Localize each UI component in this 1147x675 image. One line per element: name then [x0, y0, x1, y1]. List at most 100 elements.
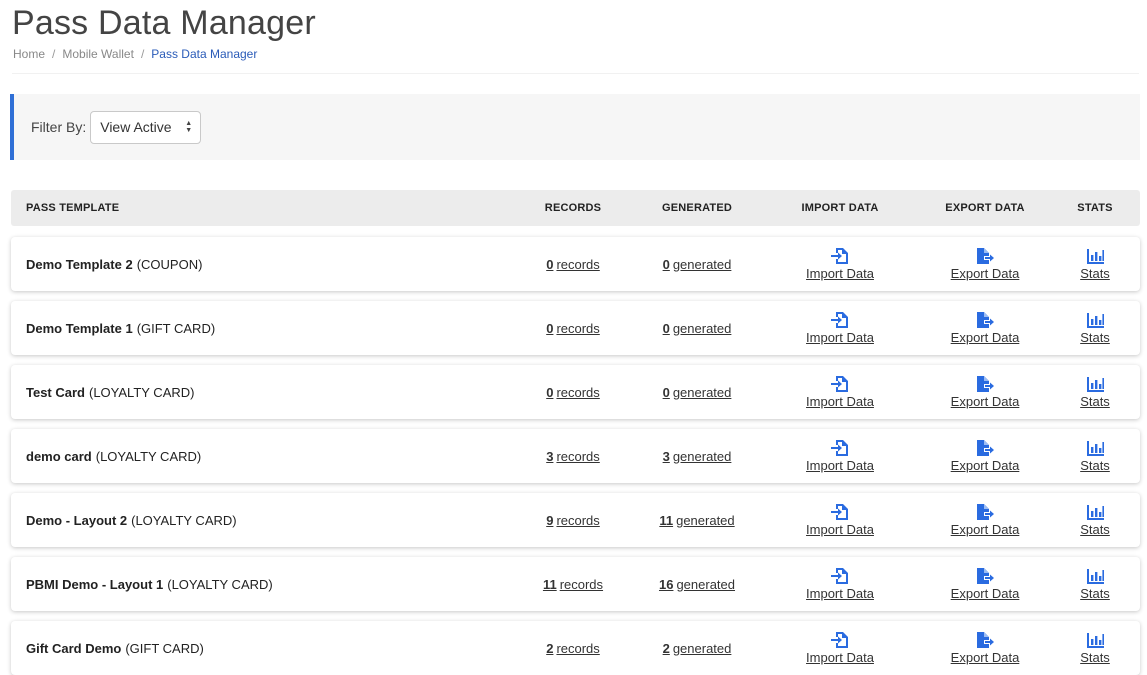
records-link[interactable]: 0 records	[546, 257, 600, 272]
export-data-label: Export Data	[950, 457, 1020, 473]
generated-link[interactable]: 0 generated	[663, 257, 732, 272]
template-name-cell: Test Card (LOYALTY CARD)	[26, 365, 194, 419]
import-data-label: Import Data	[806, 521, 874, 537]
template-name: Demo Template 1	[26, 320, 133, 336]
generated-suffix: generated	[672, 256, 732, 272]
stats-button[interactable]: Stats	[1080, 311, 1110, 346]
generated-suffix: generated	[676, 576, 736, 592]
import-data-button[interactable]: Import Data	[806, 439, 874, 474]
generated-count: 2	[662, 640, 670, 656]
records-link[interactable]: 11 records	[543, 577, 603, 592]
export-data-button[interactable]: Export Data	[950, 247, 1020, 282]
breadcrumb-home-link[interactable]: Home	[13, 47, 45, 61]
generated-link[interactable]: 0 generated	[663, 385, 732, 400]
export-data-button[interactable]: Export Data	[950, 375, 1020, 410]
bar-chart-icon	[1085, 247, 1105, 266]
generated-suffix: generated	[672, 384, 732, 400]
import-data-button[interactable]: Import Data	[806, 375, 874, 410]
stats-button[interactable]: Stats	[1080, 375, 1110, 410]
stats-button[interactable]: Stats	[1080, 247, 1110, 282]
records-link[interactable]: 0 records	[546, 385, 600, 400]
stats-label: Stats	[1080, 329, 1110, 345]
file-import-icon	[830, 247, 850, 266]
records-suffix: records	[556, 640, 600, 656]
export-data-label: Export Data	[950, 265, 1020, 281]
filter-select[interactable]: View Active ▲ ▼	[90, 110, 202, 144]
generated-cell: 0 generated	[617, 365, 777, 419]
template-name-cell: demo card (LOYALTY CARD)	[26, 429, 201, 483]
export-data-button[interactable]: Export Data	[950, 439, 1020, 474]
import-data-button[interactable]: Import Data	[806, 247, 874, 282]
export-cell: Export Data	[921, 557, 1049, 611]
records-count: 2	[546, 640, 554, 656]
records-link[interactable]: 2 records	[546, 641, 600, 656]
column-header-generated: GENERATED	[661, 202, 733, 214]
records-link[interactable]: 3 records	[546, 449, 600, 464]
generated-link[interactable]: 0 generated	[663, 321, 732, 336]
export-cell: Export Data	[921, 429, 1049, 483]
export-cell: Export Data	[921, 493, 1049, 547]
template-name-cell: Gift Card Demo (GIFT CARD)	[26, 621, 204, 675]
template-type: (GIFT CARD)	[136, 320, 216, 336]
records-suffix: records	[556, 512, 600, 528]
export-data-button[interactable]: Export Data	[951, 311, 1019, 346]
file-export-icon	[975, 631, 995, 650]
column-header-export-data: EXPORT DATA	[945, 202, 1025, 214]
stats-button[interactable]: Stats	[1080, 503, 1110, 538]
generated-count: 11	[659, 512, 674, 528]
generated-count: 3	[662, 448, 670, 464]
template-name: PBMI Demo - Layout 1	[26, 576, 164, 592]
breadcrumb-current: Pass Data Manager	[151, 47, 258, 61]
breadcrumb-mobile-wallet-link[interactable]: Mobile Wallet	[62, 47, 134, 61]
breadcrumb: Home / Mobile Wallet / Pass Data Manager	[13, 47, 257, 61]
generated-suffix: generated	[672, 640, 732, 656]
generated-suffix: generated	[676, 512, 735, 528]
generated-link[interactable]: 16 generated	[659, 577, 735, 592]
export-data-button[interactable]: Export Data	[951, 631, 1019, 666]
table-row: Gift Card Demo (GIFT CARD) 2 records 2 genera…	[11, 621, 1140, 675]
stats-button[interactable]: Stats	[1080, 439, 1110, 474]
records-suffix: records	[556, 448, 600, 464]
stats-button[interactable]: Stats	[1080, 567, 1110, 602]
export-data-label: Export Data	[950, 393, 1020, 409]
page-title: Pass Data Manager	[12, 4, 316, 42]
template-type: (LOYALTY CARD)	[95, 448, 202, 464]
records-suffix: records	[556, 256, 600, 272]
file-export-icon	[975, 247, 995, 266]
generated-cell: 0 generated	[617, 237, 777, 291]
stats-cell: Stats	[1051, 237, 1139, 291]
export-data-button[interactable]: Export Data	[951, 567, 1019, 602]
import-cell: Import Data	[777, 621, 903, 675]
import-data-label: Import Data	[806, 649, 874, 665]
file-export-icon	[975, 503, 995, 522]
records-count: 0	[546, 256, 554, 272]
file-export-icon	[975, 567, 995, 586]
stats-cell: Stats	[1051, 429, 1139, 483]
export-data-button[interactable]: Export Data	[951, 503, 1019, 538]
bar-chart-icon	[1085, 631, 1105, 650]
file-import-icon	[830, 567, 850, 586]
generated-link[interactable]: 2 generated	[663, 641, 732, 656]
table-row: PBMI Demo - Layout 1 (LOYALTY CARD) 11 reco…	[11, 557, 1140, 611]
import-data-button[interactable]: Import Data	[806, 503, 874, 538]
generated-count: 0	[662, 256, 670, 272]
records-link[interactable]: 9 records	[546, 513, 600, 528]
column-header-import-data: IMPORT DATA	[801, 202, 879, 214]
records-count: 11	[542, 576, 557, 592]
import-cell: Import Data	[777, 301, 903, 355]
file-import-icon	[830, 311, 850, 330]
bar-chart-icon	[1085, 375, 1105, 394]
import-data-button[interactable]: Import Data	[806, 567, 874, 602]
stats-button[interactable]: Stats	[1080, 631, 1110, 666]
generated-link[interactable]: 3 generated	[663, 449, 732, 464]
generated-link[interactable]: 11 generated	[659, 513, 734, 528]
records-link[interactable]: 0 records	[546, 321, 600, 336]
bar-chart-icon	[1085, 311, 1105, 330]
generated-count: 0	[662, 320, 670, 336]
import-data-button[interactable]: Import Data	[806, 311, 874, 346]
template-name: Demo Template 2	[26, 256, 133, 272]
import-data-button[interactable]: Import Data	[806, 631, 874, 666]
stats-cell: Stats	[1051, 621, 1139, 675]
records-count: 3	[546, 448, 554, 464]
generated-cell: 2 generated	[617, 621, 777, 675]
